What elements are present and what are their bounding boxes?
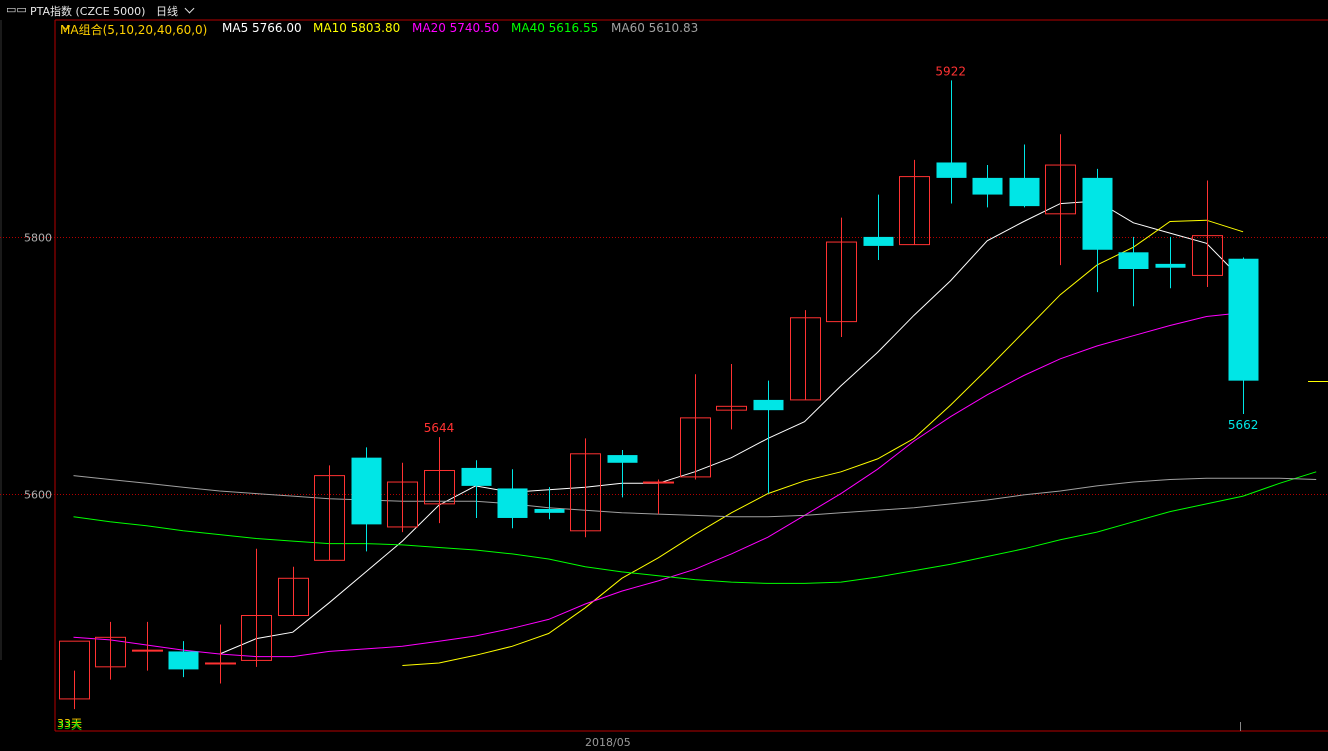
ma-line-ma40 — [73, 471, 1317, 584]
candle-body — [863, 236, 894, 246]
candle — [826, 217, 857, 338]
candle — [1118, 236, 1149, 307]
candle-body — [351, 457, 382, 525]
candle — [461, 460, 492, 518]
candle — [351, 447, 382, 552]
candle-body — [1118, 252, 1149, 269]
candle — [387, 462, 418, 533]
candle-body — [936, 162, 967, 178]
candle — [168, 641, 199, 678]
candle — [936, 80, 967, 204]
candle — [1228, 257, 1259, 415]
candle-body — [168, 651, 199, 670]
candle — [680, 374, 711, 480]
candle — [1155, 236, 1186, 289]
candle — [424, 437, 455, 524]
candle — [716, 363, 747, 430]
candle-body — [1228, 258, 1259, 381]
candle — [1045, 134, 1076, 266]
candle — [497, 469, 528, 529]
candlestick-chart[interactable]: 560058002018/0556445922566233天33天 — [0, 0, 1328, 751]
day-count-label: 33天 — [57, 719, 82, 732]
candle-body — [534, 508, 565, 513]
candle — [241, 548, 272, 667]
candle-body — [132, 649, 163, 652]
candle-body — [1082, 177, 1113, 250]
candle-body — [972, 177, 1003, 195]
ma-line-ma60 — [73, 475, 1317, 518]
x-tick-label: 2018/05 — [585, 736, 631, 749]
candle-body — [205, 662, 236, 665]
price-annotation: 5922 — [935, 64, 966, 78]
candle — [534, 487, 565, 520]
candle-body — [753, 399, 784, 411]
candle — [278, 566, 309, 616]
price-annotation: 5662 — [1228, 418, 1259, 432]
candle — [753, 380, 784, 494]
candle-body — [1155, 263, 1186, 268]
candle — [899, 159, 930, 246]
price-annotation: 5644 — [424, 421, 455, 435]
candle-body — [643, 481, 674, 484]
candle — [790, 310, 821, 401]
candle — [205, 624, 236, 684]
candle — [972, 165, 1003, 208]
candle — [95, 621, 126, 680]
candle-body — [497, 488, 528, 518]
candle — [314, 465, 345, 561]
candle — [643, 479, 674, 515]
candle-body — [1009, 177, 1040, 207]
y-tick-label: 5600 — [24, 489, 52, 502]
candle — [863, 194, 894, 261]
candle — [1009, 144, 1040, 208]
candle — [607, 449, 638, 498]
candle-body — [461, 467, 492, 486]
candle — [1192, 180, 1223, 287]
ma-line-ma10 — [402, 219, 1244, 666]
candle-body — [607, 455, 638, 463]
y-tick-label: 5800 — [24, 232, 52, 245]
candle — [59, 640, 90, 710]
